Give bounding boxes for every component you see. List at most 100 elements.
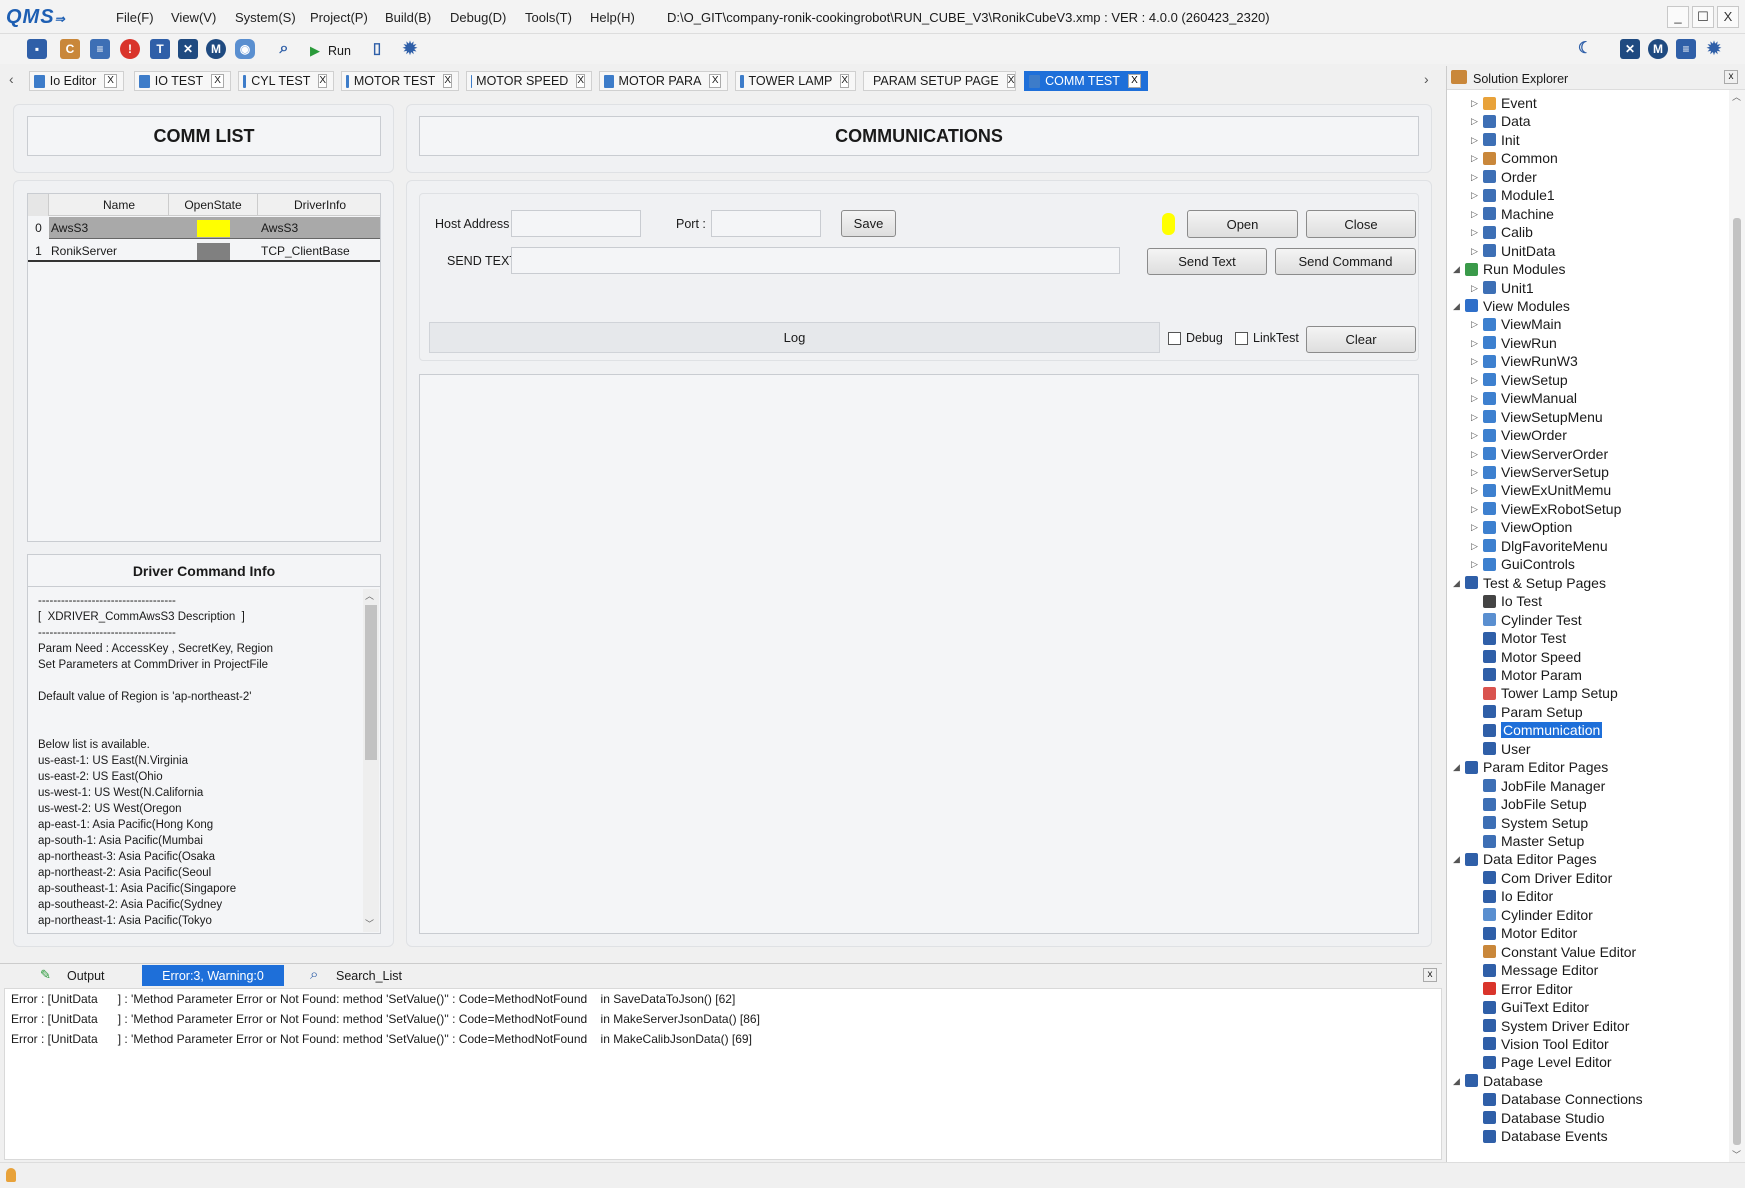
error-icon[interactable]: ! bbox=[120, 39, 140, 59]
scroll-thumb[interactable] bbox=[1733, 218, 1741, 1145]
tab-param-setup-page[interactable]: PARAM SETUP PAGE X bbox=[863, 71, 1016, 91]
motor-icon[interactable]: M bbox=[206, 39, 226, 59]
tab-error-list[interactable]: Error:3, Warning:0 bbox=[142, 965, 284, 986]
tab-close-button[interactable]: X bbox=[1006, 74, 1016, 88]
tab-close-button[interactable]: X bbox=[211, 74, 224, 88]
tab-comm-test[interactable]: COMM TEST X bbox=[1024, 71, 1148, 91]
send-text-button[interactable]: Send Text bbox=[1147, 248, 1267, 275]
expanded-arrow-icon[interactable]: ◢ bbox=[1453, 762, 1460, 773]
tree-node-viewrun[interactable]: ViewRun bbox=[1483, 334, 1557, 352]
menu-file[interactable]: File(F) bbox=[116, 10, 154, 25]
tree-node-io-editor[interactable]: Io Editor bbox=[1483, 887, 1553, 905]
tree-node-view-modules[interactable]: View Modules bbox=[1465, 297, 1570, 315]
tab-close-button[interactable]: X bbox=[1127, 74, 1141, 88]
scroll-up-icon[interactable]: ︿ bbox=[1732, 90, 1741, 103]
tree-node-order[interactable]: Order bbox=[1483, 168, 1537, 186]
tree-node-motor-speed[interactable]: Motor Speed bbox=[1483, 648, 1581, 666]
tree-node-viewsetup[interactable]: ViewSetup bbox=[1483, 371, 1568, 389]
collapsed-arrow-icon[interactable]: ▷ bbox=[1471, 504, 1478, 515]
tab-cyl-test[interactable]: CYL TEST X bbox=[238, 71, 334, 91]
scroll-down-icon[interactable]: ﹀ bbox=[365, 917, 374, 930]
tree-node-module1[interactable]: Module1 bbox=[1483, 186, 1555, 204]
scroll-thumb[interactable] bbox=[365, 605, 377, 760]
tree-node-motor-test[interactable]: Motor Test bbox=[1483, 629, 1566, 647]
io-icon[interactable]: ✕ bbox=[178, 39, 198, 59]
tree-node-tower-lamp-setup[interactable]: Tower Lamp Setup bbox=[1483, 684, 1618, 702]
tab-close-button[interactable]: X bbox=[840, 74, 849, 88]
tree-node-error-editor[interactable]: Error Editor bbox=[1483, 980, 1573, 998]
collapsed-arrow-icon[interactable]: ▷ bbox=[1471, 430, 1478, 441]
tree-node-run-modules[interactable]: Run Modules bbox=[1465, 260, 1566, 278]
tree-node-database-connections[interactable]: Database Connections bbox=[1483, 1090, 1643, 1108]
document-icon[interactable]: ▯ bbox=[367, 39, 387, 59]
collapsed-arrow-icon[interactable]: ▷ bbox=[1471, 190, 1478, 201]
collapsed-arrow-icon[interactable]: ▷ bbox=[1471, 283, 1478, 294]
open-button[interactable]: Open bbox=[1187, 210, 1298, 238]
tree-node-data[interactable]: Data bbox=[1483, 112, 1531, 130]
run-button[interactable]: Run bbox=[328, 44, 351, 58]
error-line[interactable]: Error : [UnitData ] : 'Method Parameter … bbox=[5, 1009, 1441, 1029]
tree-node-viewserversetup[interactable]: ViewServerSetup bbox=[1483, 463, 1609, 481]
tree-node-page-level-editor[interactable]: Page Level Editor bbox=[1483, 1053, 1612, 1071]
database-icon[interactable]: ◉ bbox=[235, 39, 255, 59]
tab-motor-para[interactable]: MOTOR PARA X bbox=[599, 71, 728, 91]
page-icon[interactable]: ≡ bbox=[1676, 39, 1696, 59]
tab-motor-speed[interactable]: MOTOR SPEED X bbox=[466, 71, 592, 91]
tree-node-com-driver-editor[interactable]: Com Driver Editor bbox=[1483, 869, 1612, 887]
menu-system[interactable]: System(S) bbox=[235, 10, 296, 25]
tree-node-communication[interactable]: Communication bbox=[1483, 721, 1603, 739]
expanded-arrow-icon[interactable]: ◢ bbox=[1453, 854, 1460, 865]
tree-node-init[interactable]: Init bbox=[1483, 131, 1520, 149]
collapsed-arrow-icon[interactable]: ▷ bbox=[1471, 338, 1478, 349]
collapsed-arrow-icon[interactable]: ▷ bbox=[1471, 541, 1478, 552]
table-row[interactable]: 0 AwsS3 AwsS3 bbox=[28, 217, 380, 239]
driver-info-scrollbar[interactable]: ︿ ﹀ bbox=[363, 589, 379, 932]
tab-io-editor[interactable]: Io Editor X bbox=[29, 71, 124, 91]
tree-node-user[interactable]: User bbox=[1483, 740, 1531, 758]
close-button[interactable]: Close bbox=[1306, 210, 1416, 238]
tree-node-unit1[interactable]: Unit1 bbox=[1483, 279, 1534, 297]
tree-node-viewsetupmenu[interactable]: ViewSetupMenu bbox=[1483, 408, 1603, 426]
tree-node-database[interactable]: Database bbox=[1465, 1072, 1543, 1090]
scroll-up-icon[interactable]: ︿ bbox=[365, 589, 374, 602]
error-line[interactable]: Error : [UnitData ] : 'Method Parameter … bbox=[5, 1029, 1441, 1049]
tree-node-system-driver-editor[interactable]: System Driver Editor bbox=[1483, 1017, 1629, 1035]
settings-icon[interactable]: ✹ bbox=[1704, 39, 1724, 59]
menu-project[interactable]: Project(P) bbox=[310, 10, 368, 25]
column-header-driverinfo[interactable]: DriverInfo bbox=[258, 198, 382, 212]
tree-node-viewoption[interactable]: ViewOption bbox=[1483, 518, 1572, 536]
linktest-checkbox[interactable] bbox=[1235, 332, 1248, 345]
tab-output[interactable]: Output bbox=[67, 969, 105, 983]
tree-node-calib[interactable]: Calib bbox=[1483, 223, 1533, 241]
tree-node-jobfile-manager[interactable]: JobFile Manager bbox=[1483, 777, 1605, 795]
collapsed-arrow-icon[interactable]: ▷ bbox=[1471, 227, 1478, 238]
run-icon[interactable]: ▶ bbox=[310, 43, 320, 59]
tree-node-unitdata[interactable]: UnitData bbox=[1483, 242, 1555, 260]
tree-node-machine[interactable]: Machine bbox=[1483, 205, 1554, 223]
text-icon[interactable]: T bbox=[150, 39, 170, 59]
log-area[interactable] bbox=[419, 374, 1419, 934]
tab-io-test[interactable]: IO TEST X bbox=[134, 71, 231, 91]
collapsed-arrow-icon[interactable]: ▷ bbox=[1471, 116, 1478, 127]
solution-tree-scrollbar[interactable]: ︿ ﹀ bbox=[1729, 90, 1745, 1162]
tab-close-button[interactable]: X bbox=[576, 74, 585, 88]
collapsed-arrow-icon[interactable]: ▷ bbox=[1471, 485, 1478, 496]
clear-button[interactable]: Clear bbox=[1306, 326, 1416, 353]
tree-node-vieworder[interactable]: ViewOrder bbox=[1483, 426, 1567, 444]
close-window-button[interactable]: X bbox=[1717, 6, 1739, 28]
collapsed-arrow-icon[interactable]: ▷ bbox=[1471, 375, 1478, 386]
tree-node-viewmanual[interactable]: ViewManual bbox=[1483, 389, 1577, 407]
tab-close-button[interactable]: X bbox=[443, 74, 452, 88]
collapsed-arrow-icon[interactable]: ▷ bbox=[1471, 135, 1478, 146]
minimize-button[interactable]: _ bbox=[1667, 6, 1689, 28]
collapsed-arrow-icon[interactable]: ▷ bbox=[1471, 209, 1478, 220]
tree-node-vision-tool-editor[interactable]: Vision Tool Editor bbox=[1483, 1035, 1609, 1053]
tab-tower-lamp[interactable]: TOWER LAMP X bbox=[735, 71, 856, 91]
menu-build[interactable]: Build(B) bbox=[385, 10, 431, 25]
menu-debug[interactable]: Debug(D) bbox=[450, 10, 506, 25]
message-icon[interactable]: ≡ bbox=[90, 39, 110, 59]
port-input[interactable] bbox=[711, 210, 821, 237]
gear-icon[interactable]: ✹ bbox=[400, 39, 420, 59]
tree-node-viewexrobotsetup[interactable]: ViewExRobotSetup bbox=[1483, 500, 1621, 518]
tab-search-list[interactable]: Search_List bbox=[336, 969, 402, 983]
